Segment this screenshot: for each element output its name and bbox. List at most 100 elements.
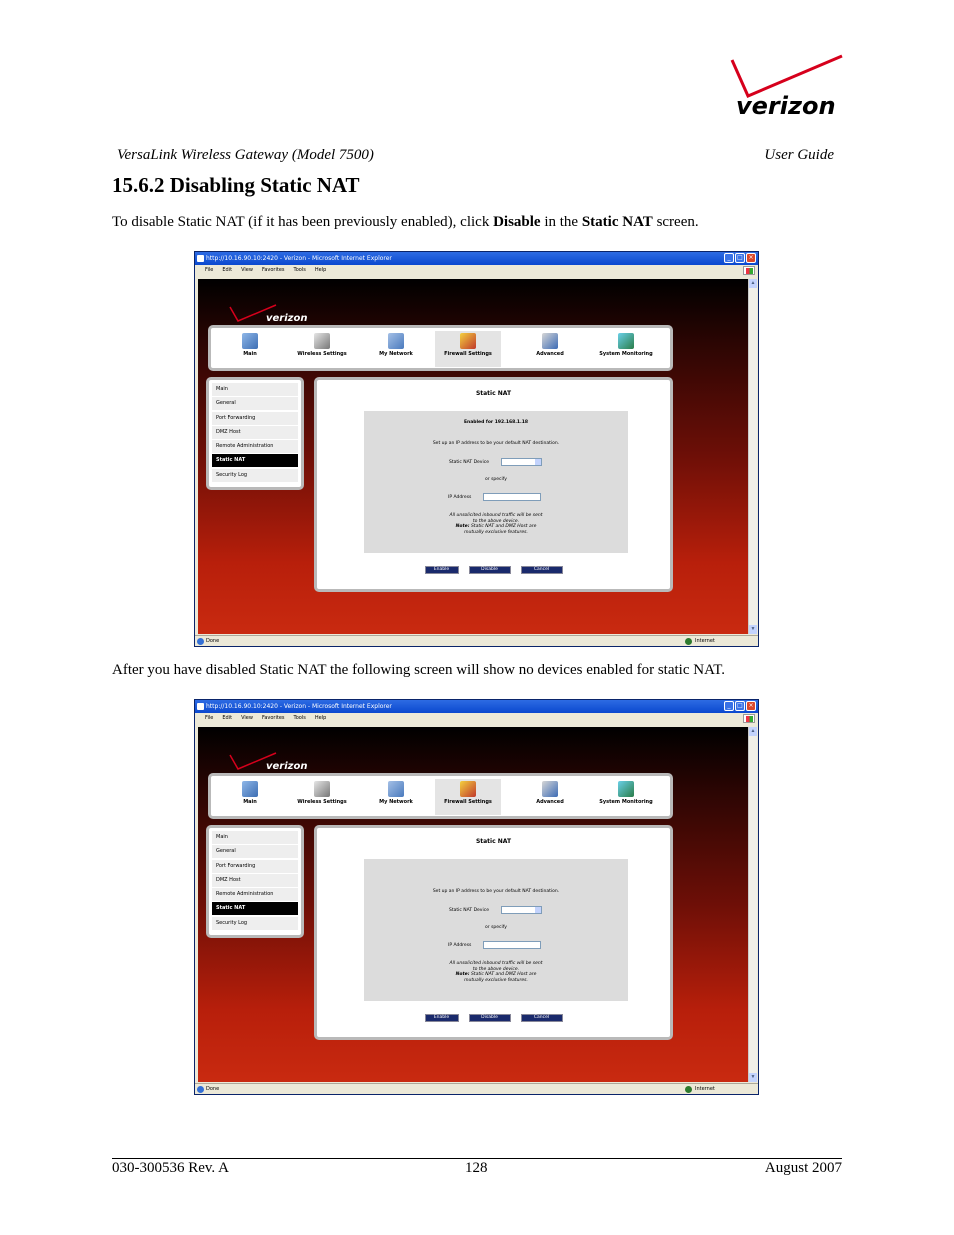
wireless-icon [314, 781, 330, 797]
maximize-button[interactable]: □ [735, 701, 745, 711]
nav-main[interactable]: Main [217, 331, 283, 367]
scroll-up-icon[interactable]: ▲ [749, 727, 757, 736]
browser-menubar: File Edit View Favorites Tools Help [195, 713, 758, 723]
menu-tools[interactable]: Tools [294, 713, 306, 723]
disable-button[interactable]: Disable [468, 566, 511, 574]
router-page: verizon Main Wireless Settings My Networ… [198, 727, 749, 1082]
nav-wireless-settings[interactable]: Wireless Settings [289, 331, 355, 367]
menu-edit[interactable]: Edit [222, 713, 232, 723]
disable-button[interactable]: Disable [468, 1014, 511, 1022]
side-item-dmz-host[interactable]: DMZ Host [212, 425, 298, 439]
windows-flag-icon [743, 714, 755, 723]
nav-my-network[interactable]: My Network [363, 331, 429, 367]
side-item-main[interactable]: Main [212, 831, 298, 844]
advanced-icon [542, 781, 558, 797]
ip-address-label: IP Address [448, 495, 472, 500]
scroll-down-icon[interactable]: ▼ [749, 625, 757, 634]
setup-text: Set up an IP address to be your default … [432, 441, 560, 446]
static-nat-panel: Static NAT Enabled for 192.168.1.18 Set … [314, 377, 673, 592]
menu-help[interactable]: Help [315, 265, 326, 275]
svg-text:verizon: verizon [736, 92, 836, 120]
menu-help[interactable]: Help [315, 713, 326, 723]
side-item-dmz-host[interactable]: DMZ Host [212, 873, 298, 887]
device-select[interactable] [501, 458, 542, 466]
side-item-main[interactable]: Main [212, 383, 298, 396]
menu-view[interactable]: View [241, 713, 253, 723]
router-verizon-logo: verizon [228, 751, 323, 773]
device-label: Static NAT Device [449, 460, 489, 465]
side-item-general[interactable]: General [212, 845, 298, 859]
enabled-for-text: Enabled for 192.168.1.18 [463, 420, 529, 425]
enable-button[interactable]: Enable [424, 1014, 459, 1022]
menu-edit[interactable]: Edit [222, 265, 232, 275]
minimize-button[interactable]: _ [724, 253, 734, 263]
router-page: verizon Main Wireless Settings My Networ… [198, 279, 749, 634]
firewall-icon [460, 333, 476, 349]
side-item-security-log[interactable]: Security Log [212, 916, 298, 930]
router-nav-bar: Main Wireless Settings My Network Firewa… [208, 773, 673, 819]
network-icon [388, 333, 404, 349]
paragraph-after-disable: After you have disabled Static NAT the f… [112, 662, 726, 678]
maximize-button[interactable]: □ [735, 253, 745, 263]
browser-statusbar: Done Internet [195, 635, 758, 646]
close-button[interactable]: × [746, 253, 756, 263]
document-title: VersaLink Wireless Gateway (Model 7500) [117, 147, 374, 163]
cancel-button[interactable]: Cancel [520, 566, 563, 574]
nav-system-monitoring[interactable]: System Monitoring [593, 779, 659, 815]
enable-button[interactable]: Enable [424, 566, 459, 574]
side-item-port-forwarding[interactable]: Port Forwarding [212, 411, 298, 425]
verizon-logo-graphic: verizon [730, 54, 843, 120]
router-side-menu: Main General Port Forwarding DMZ Host Re… [206, 377, 304, 490]
browser-screenshot-enabled: http://10.16.90.10:2420 - Verizon - Micr… [194, 251, 759, 647]
menu-tools[interactable]: Tools [294, 265, 306, 275]
side-item-static-nat[interactable]: Static NAT [212, 454, 298, 468]
note-text: All unsolicited inbound traffic will be … [449, 961, 543, 983]
nav-firewall-settings[interactable]: Firewall Settings [435, 779, 501, 815]
side-item-remote-administration[interactable]: Remote Administration [212, 888, 298, 902]
side-item-port-forwarding[interactable]: Port Forwarding [212, 859, 298, 873]
vertical-scrollbar[interactable]: ▲ ▼ [748, 279, 757, 634]
or-specify-text: or specify [485, 477, 507, 482]
menu-view[interactable]: View [241, 265, 253, 275]
nav-advanced[interactable]: Advanced [517, 331, 583, 367]
device-select[interactable] [501, 906, 542, 914]
monitoring-icon [618, 333, 634, 349]
minimize-button[interactable]: _ [724, 701, 734, 711]
footer-page-number: 128 [465, 1160, 488, 1176]
ip-address-label: IP Address [448, 943, 472, 948]
scroll-down-icon[interactable]: ▼ [749, 1073, 757, 1082]
browser-titlebar: http://10.16.90.10:2420 - Verizon - Micr… [195, 700, 758, 713]
paragraph-disable-instructions: To disable Static NAT (if it has been pr… [112, 214, 699, 230]
page-done-icon [197, 1086, 204, 1093]
cancel-button[interactable]: Cancel [520, 1014, 563, 1022]
menu-favorites[interactable]: Favorites [262, 713, 285, 723]
side-item-security-log[interactable]: Security Log [212, 468, 298, 482]
main-icon [242, 333, 258, 349]
nav-advanced[interactable]: Advanced [517, 779, 583, 815]
side-item-general[interactable]: General [212, 397, 298, 411]
menu-favorites[interactable]: Favorites [262, 265, 285, 275]
close-button[interactable]: × [746, 701, 756, 711]
router-side-menu: Main General Port Forwarding DMZ Host Re… [206, 825, 304, 938]
ip-address-input[interactable] [483, 493, 541, 501]
section-heading: 15.6.2 Disabling Static NAT [112, 173, 360, 197]
browser-statusbar: Done Internet [195, 1083, 758, 1094]
nav-system-monitoring[interactable]: System Monitoring [593, 331, 659, 367]
nav-my-network[interactable]: My Network [363, 779, 429, 815]
nav-wireless-settings[interactable]: Wireless Settings [289, 779, 355, 815]
menu-file[interactable]: File [205, 713, 213, 723]
nav-main[interactable]: Main [217, 779, 283, 815]
ip-address-input[interactable] [483, 941, 541, 949]
note-text: All unsolicited inbound traffic will be … [449, 513, 543, 535]
side-item-remote-administration[interactable]: Remote Administration [212, 440, 298, 454]
nav-firewall-settings[interactable]: Firewall Settings [435, 331, 501, 367]
vertical-scrollbar[interactable]: ▲ ▼ [748, 727, 757, 1082]
side-item-static-nat[interactable]: Static NAT [212, 902, 298, 916]
svg-text:verizon: verizon [266, 313, 307, 324]
panel-title: Static NAT [475, 838, 512, 845]
menu-file[interactable]: File [205, 265, 213, 275]
router-verizon-logo: verizon [228, 303, 323, 325]
scroll-up-icon[interactable]: ▲ [749, 279, 757, 288]
verizon-logo: verizon [726, 54, 846, 124]
browser-titlebar: http://10.16.90.10:2420 - Verizon - Micr… [195, 252, 758, 265]
